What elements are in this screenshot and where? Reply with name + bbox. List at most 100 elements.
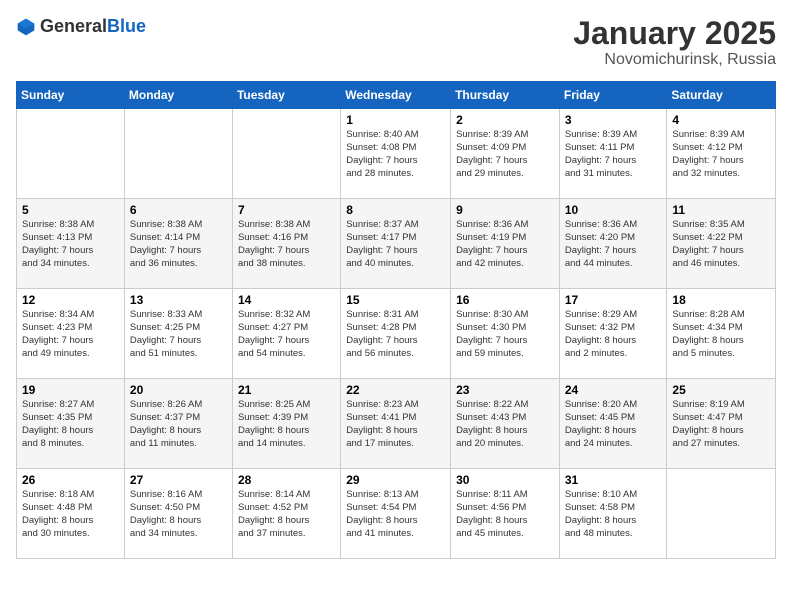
day-number: 29: [346, 473, 445, 487]
day-number: 8: [346, 203, 445, 217]
day-detail: Sunrise: 8:19 AM Sunset: 4:47 PM Dayligh…: [672, 399, 770, 450]
day-detail: Sunrise: 8:10 AM Sunset: 4:58 PM Dayligh…: [565, 489, 662, 540]
calendar-cell: 8 Sunrise: 8:37 AM Sunset: 4:17 PM Daylig…: [341, 199, 451, 289]
day-number: 17: [565, 293, 662, 307]
day-number: 23: [456, 383, 554, 397]
day-detail: Sunrise: 8:11 AM Sunset: 4:56 PM Dayligh…: [456, 489, 554, 540]
calendar-cell: 14 Sunrise: 8:32 AM Sunset: 4:27 PM Dayli…: [232, 289, 340, 379]
day-detail: Sunrise: 8:39 AM Sunset: 4:12 PM Dayligh…: [672, 129, 770, 180]
calendar-cell: 3 Sunrise: 8:39 AM Sunset: 4:11 PM Daylig…: [559, 109, 667, 199]
day-detail: Sunrise: 8:36 AM Sunset: 4:20 PM Dayligh…: [565, 219, 662, 270]
calendar-week-5: 26 Sunrise: 8:18 AM Sunset: 4:48 PM Dayli…: [17, 469, 776, 559]
day-number: 20: [130, 383, 227, 397]
day-detail: Sunrise: 8:28 AM Sunset: 4:34 PM Dayligh…: [672, 309, 770, 360]
day-detail: Sunrise: 8:38 AM Sunset: 4:14 PM Dayligh…: [130, 219, 227, 270]
calendar-cell: 20Sunrise: 8:26 AM Sunset: 4:37 PM Dayli…: [124, 379, 232, 469]
calendar-cell: 5 Sunrise: 8:38 AM Sunset: 4:13 PM Daylig…: [17, 199, 125, 289]
calendar-cell: 21Sunrise: 8:25 AM Sunset: 4:39 PM Dayli…: [232, 379, 340, 469]
day-number: 22: [346, 383, 445, 397]
calendar-cell: 6Sunrise: 8:38 AM Sunset: 4:14 PM Daylig…: [124, 199, 232, 289]
calendar-cell: 25 Sunrise: 8:19 AM Sunset: 4:47 PM Dayli…: [667, 379, 776, 469]
day-number: 15: [346, 293, 445, 307]
weekday-header-row: SundayMondayTuesdayWednesdayThursdayFrid…: [17, 82, 776, 109]
day-number: 27: [130, 473, 227, 487]
calendar-cell: 19Sunrise: 8:27 AM Sunset: 4:35 PM Dayli…: [17, 379, 125, 469]
day-number: 13: [130, 293, 227, 307]
day-detail: Sunrise: 8:31 AM Sunset: 4:28 PM Dayligh…: [346, 309, 445, 360]
calendar-cell: 30 Sunrise: 8:11 AM Sunset: 4:56 PM Dayli…: [451, 469, 560, 559]
day-number: 11: [672, 203, 770, 217]
day-detail: Sunrise: 8:32 AM Sunset: 4:27 PM Dayligh…: [238, 309, 335, 360]
day-number: 5: [22, 203, 119, 217]
day-detail: Sunrise: 8:39 AM Sunset: 4:09 PM Dayligh…: [456, 129, 554, 180]
calendar-cell: 10 Sunrise: 8:36 AM Sunset: 4:20 PM Dayli…: [559, 199, 667, 289]
day-detail: Sunrise: 8:38 AM Sunset: 4:16 PM Dayligh…: [238, 219, 335, 270]
calendar-cell: 9 Sunrise: 8:36 AM Sunset: 4:19 PM Daylig…: [451, 199, 560, 289]
day-number: 18: [672, 293, 770, 307]
day-number: 30: [456, 473, 554, 487]
day-number: 2: [456, 113, 554, 127]
calendar-cell: 16Sunrise: 8:30 AM Sunset: 4:30 PM Dayli…: [451, 289, 560, 379]
calendar-cell: 7 Sunrise: 8:38 AM Sunset: 4:16 PM Daylig…: [232, 199, 340, 289]
weekday-header-friday: Friday: [559, 82, 667, 109]
header: GeneralBlue January 2025 Novomichurinsk,…: [16, 16, 776, 69]
day-detail: Sunrise: 8:16 AM Sunset: 4:50 PM Dayligh…: [130, 489, 227, 540]
day-detail: Sunrise: 8:38 AM Sunset: 4:13 PM Dayligh…: [22, 219, 119, 270]
calendar-cell: 17 Sunrise: 8:29 AM Sunset: 4:32 PM Dayli…: [559, 289, 667, 379]
day-detail: Sunrise: 8:14 AM Sunset: 4:52 PM Dayligh…: [238, 489, 335, 540]
day-detail: Sunrise: 8:27 AM Sunset: 4:35 PM Dayligh…: [22, 399, 119, 450]
day-detail: Sunrise: 8:37 AM Sunset: 4:17 PM Dayligh…: [346, 219, 445, 270]
weekday-header-monday: Monday: [124, 82, 232, 109]
day-number: 9: [456, 203, 554, 217]
day-number: 25: [672, 383, 770, 397]
day-detail: Sunrise: 8:39 AM Sunset: 4:11 PM Dayligh…: [565, 129, 662, 180]
day-number: 4: [672, 113, 770, 127]
calendar-cell: 18 Sunrise: 8:28 AM Sunset: 4:34 PM Dayli…: [667, 289, 776, 379]
calendar-week-3: 12Sunrise: 8:34 AM Sunset: 4:23 PM Dayli…: [17, 289, 776, 379]
calendar-cell: [124, 109, 232, 199]
calendar-cell: [667, 469, 776, 559]
calendar-table: SundayMondayTuesdayWednesdayThursdayFrid…: [16, 81, 776, 559]
day-number: 7: [238, 203, 335, 217]
calendar-cell: [17, 109, 125, 199]
month-title: January 2025: [573, 16, 776, 51]
weekday-header-saturday: Saturday: [667, 82, 776, 109]
calendar-cell: 26 Sunrise: 8:18 AM Sunset: 4:48 PM Dayli…: [17, 469, 125, 559]
calendar-cell: 28Sunrise: 8:14 AM Sunset: 4:52 PM Dayli…: [232, 469, 340, 559]
day-detail: Sunrise: 8:33 AM Sunset: 4:25 PM Dayligh…: [130, 309, 227, 360]
day-number: 10: [565, 203, 662, 217]
calendar-cell: [232, 109, 340, 199]
day-number: 3: [565, 113, 662, 127]
day-number: 26: [22, 473, 119, 487]
day-detail: Sunrise: 8:36 AM Sunset: 4:19 PM Dayligh…: [456, 219, 554, 270]
calendar-week-1: 1Sunrise: 8:40 AM Sunset: 4:08 PM Daylig…: [17, 109, 776, 199]
calendar-cell: 29 Sunrise: 8:13 AM Sunset: 4:54 PM Dayli…: [341, 469, 451, 559]
calendar-cell: 22 Sunrise: 8:23 AM Sunset: 4:41 PM Dayli…: [341, 379, 451, 469]
calendar-cell: 11 Sunrise: 8:35 AM Sunset: 4:22 PM Dayli…: [667, 199, 776, 289]
day-detail: Sunrise: 8:29 AM Sunset: 4:32 PM Dayligh…: [565, 309, 662, 360]
day-detail: Sunrise: 8:25 AM Sunset: 4:39 PM Dayligh…: [238, 399, 335, 450]
calendar-cell: 12Sunrise: 8:34 AM Sunset: 4:23 PM Dayli…: [17, 289, 125, 379]
day-detail: Sunrise: 8:13 AM Sunset: 4:54 PM Dayligh…: [346, 489, 445, 540]
day-detail: Sunrise: 8:20 AM Sunset: 4:45 PM Dayligh…: [565, 399, 662, 450]
calendar-cell: 23Sunrise: 8:22 AM Sunset: 4:43 PM Dayli…: [451, 379, 560, 469]
logo-icon: [16, 17, 36, 37]
day-number: 1: [346, 113, 445, 127]
day-detail: Sunrise: 8:35 AM Sunset: 4:22 PM Dayligh…: [672, 219, 770, 270]
calendar-cell: 2 Sunrise: 8:39 AM Sunset: 4:09 PM Daylig…: [451, 109, 560, 199]
weekday-header-wednesday: Wednesday: [341, 82, 451, 109]
day-detail: Sunrise: 8:23 AM Sunset: 4:41 PM Dayligh…: [346, 399, 445, 450]
day-number: 14: [238, 293, 335, 307]
calendar-cell: 15 Sunrise: 8:31 AM Sunset: 4:28 PM Dayli…: [341, 289, 451, 379]
calendar-cell: 24 Sunrise: 8:20 AM Sunset: 4:45 PM Dayli…: [559, 379, 667, 469]
weekday-header-sunday: Sunday: [17, 82, 125, 109]
weekday-header-tuesday: Tuesday: [232, 82, 340, 109]
calendar-cell: 31Sunrise: 8:10 AM Sunset: 4:58 PM Dayli…: [559, 469, 667, 559]
calendar-week-2: 5 Sunrise: 8:38 AM Sunset: 4:13 PM Daylig…: [17, 199, 776, 289]
calendar-cell: 27 Sunrise: 8:16 AM Sunset: 4:50 PM Dayli…: [124, 469, 232, 559]
calendar-cell: 4 Sunrise: 8:39 AM Sunset: 4:12 PM Daylig…: [667, 109, 776, 199]
day-number: 24: [565, 383, 662, 397]
day-number: 12: [22, 293, 119, 307]
day-detail: Sunrise: 8:18 AM Sunset: 4:48 PM Dayligh…: [22, 489, 119, 540]
logo: GeneralBlue: [16, 16, 146, 37]
